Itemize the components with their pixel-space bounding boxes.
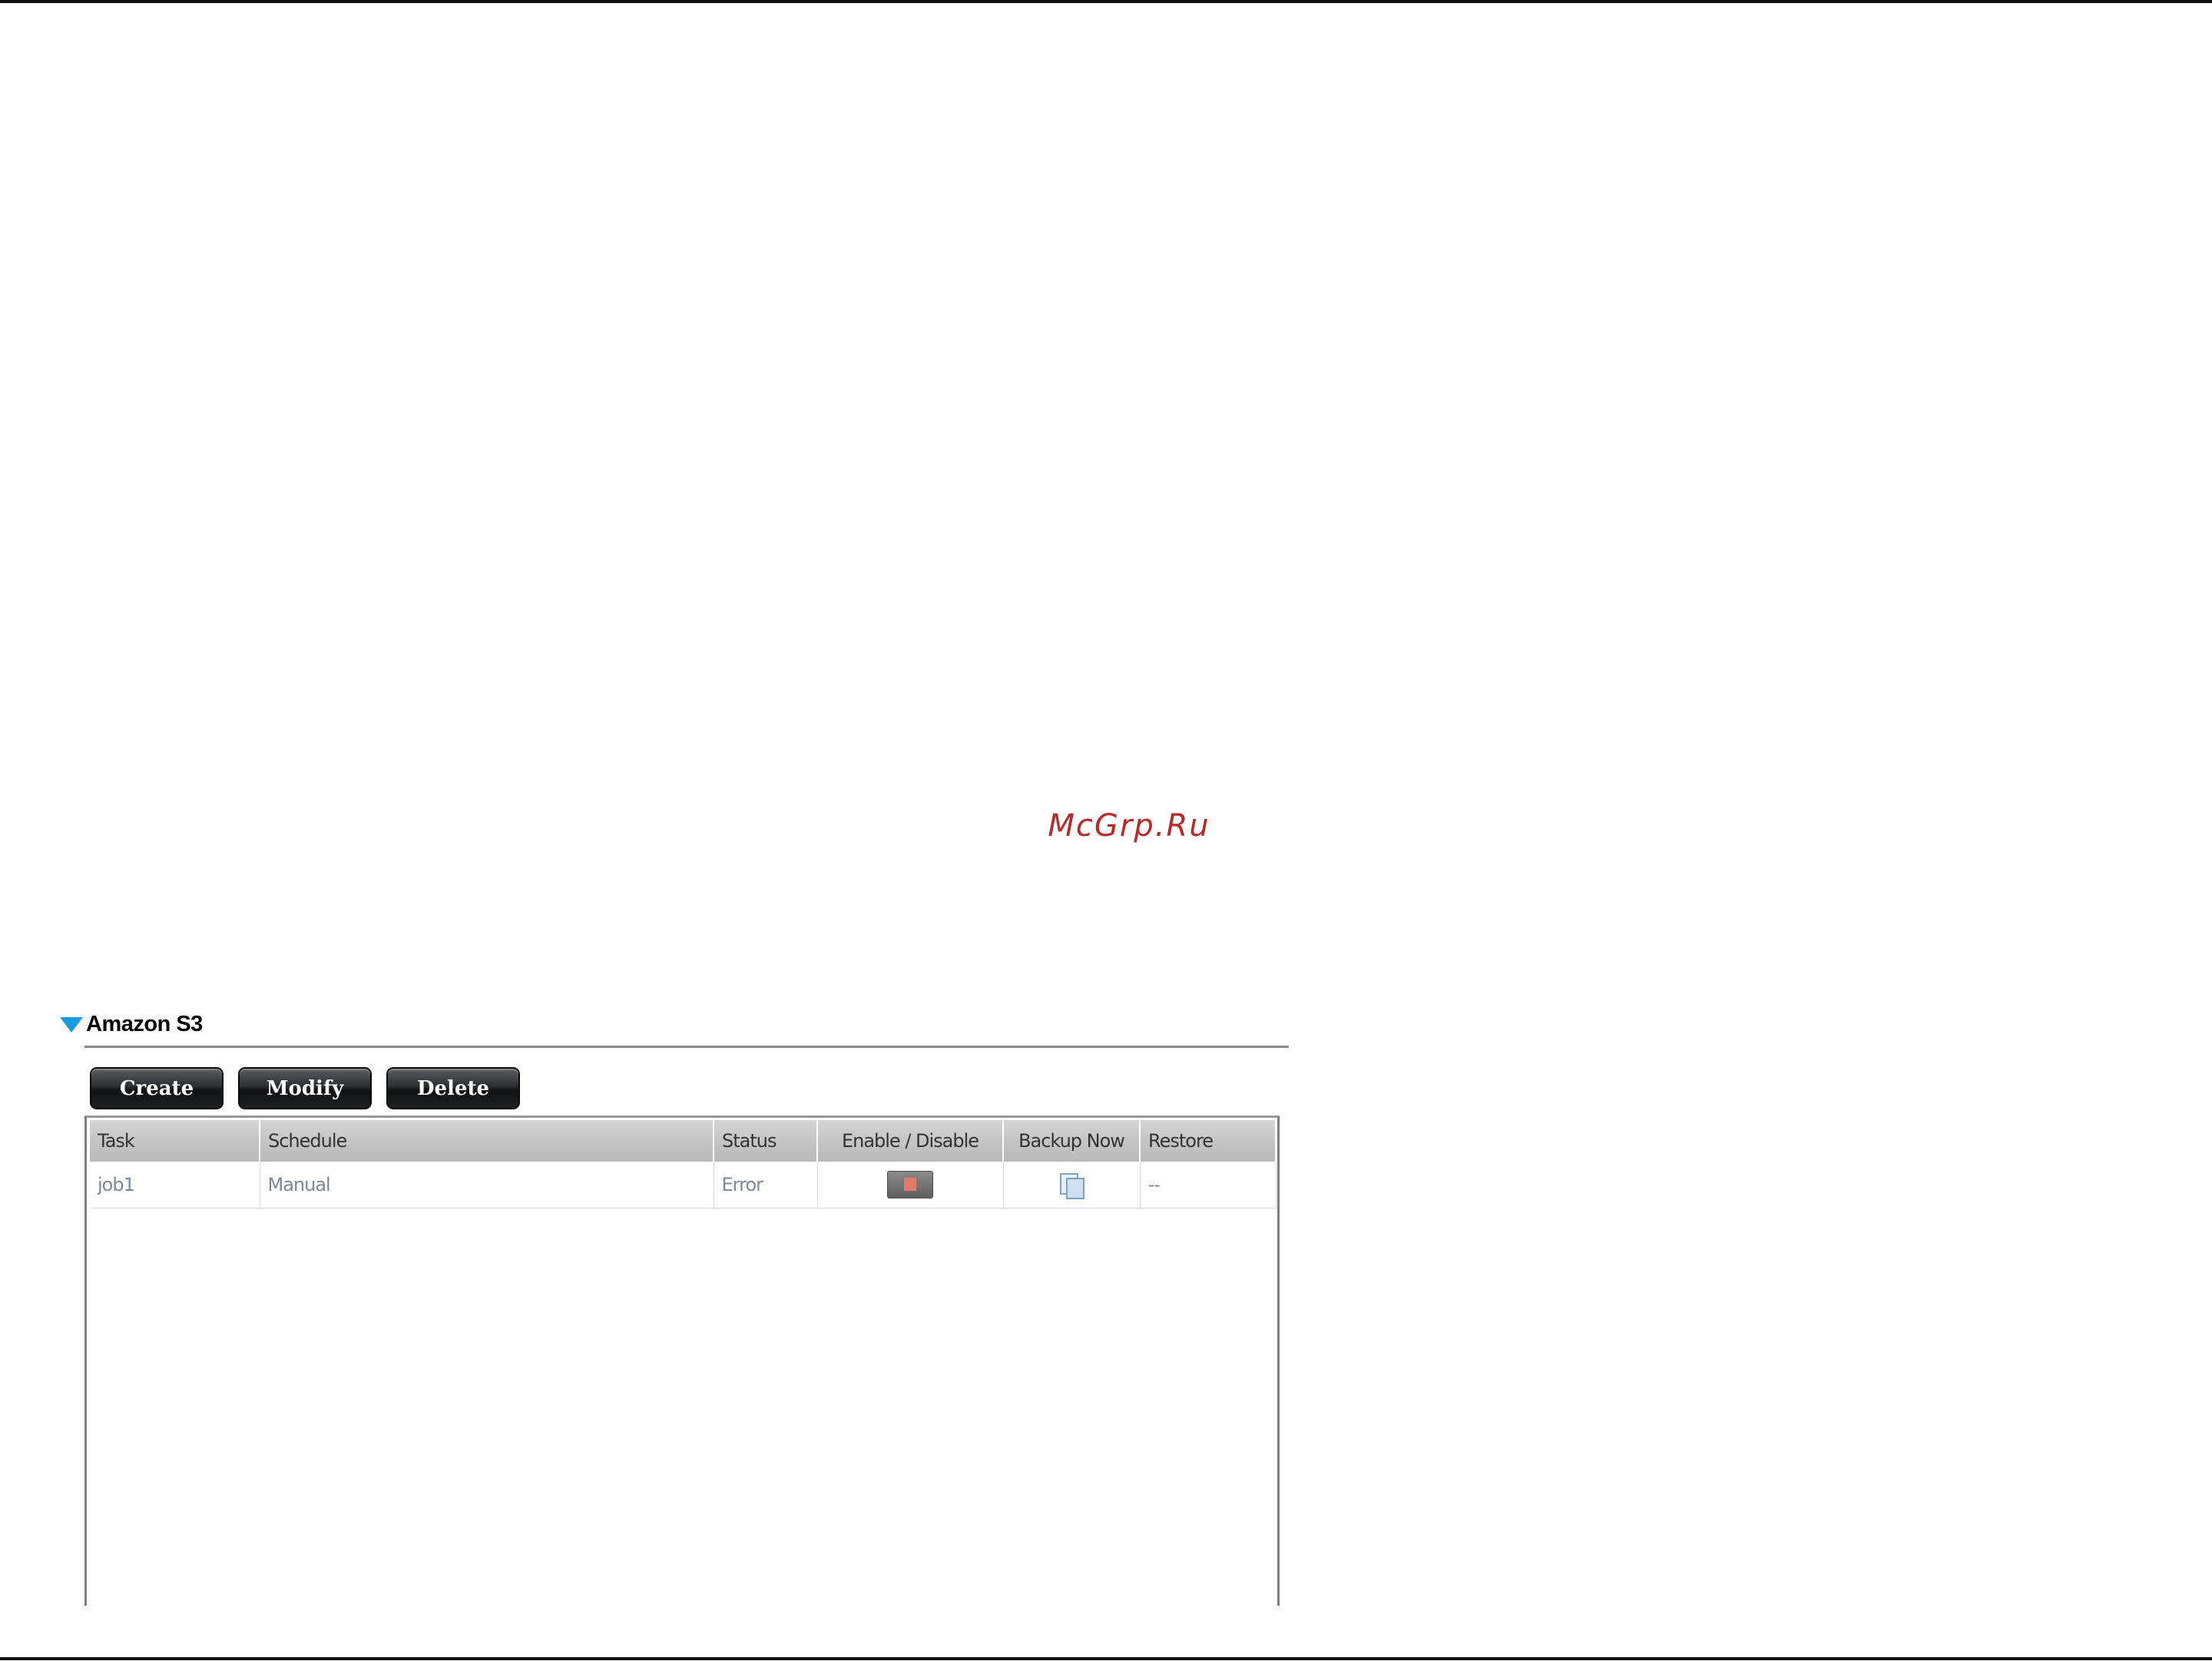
delete-button[interactable]: Delete bbox=[386, 1067, 520, 1109]
toggle-switch-icon[interactable] bbox=[887, 1171, 933, 1199]
modify-button[interactable]: Modify bbox=[238, 1067, 372, 1109]
cell-task[interactable]: job1 bbox=[90, 1162, 260, 1208]
page-bottom-rule bbox=[0, 1657, 2212, 1660]
table-row[interactable]: job1 Manual Error -- bbox=[90, 1162, 1277, 1208]
triangle-down-icon[interactable] bbox=[60, 1017, 83, 1033]
tasks-table: Task Schedule Status Enable / Disable Ba… bbox=[90, 1120, 1277, 1208]
section-divider bbox=[84, 1046, 1289, 1048]
cell-restore: -- bbox=[1140, 1162, 1277, 1208]
backup-now-icon[interactable] bbox=[1058, 1172, 1084, 1199]
section-title: Amazon S3 bbox=[86, 1011, 203, 1036]
column-header-backup-now[interactable]: Backup Now bbox=[1003, 1120, 1141, 1162]
table-header-row: Task Schedule Status Enable / Disable Ba… bbox=[90, 1120, 1277, 1162]
column-header-restore[interactable]: Restore bbox=[1140, 1120, 1277, 1162]
cell-backup-now bbox=[1003, 1162, 1141, 1208]
watermark-text: McGrp.Ru bbox=[1048, 808, 1210, 844]
cell-enable-disable bbox=[817, 1162, 1004, 1208]
column-header-task[interactable]: Task bbox=[90, 1120, 260, 1162]
column-header-enable-disable[interactable]: Enable / Disable bbox=[817, 1120, 1004, 1162]
cell-schedule[interactable]: Manual bbox=[260, 1162, 714, 1208]
cell-status[interactable]: Error bbox=[714, 1162, 818, 1208]
section-header[interactable]: Amazon S3 bbox=[60, 1005, 203, 1043]
page-top-rule bbox=[0, 0, 2212, 3]
tasks-table-frame: Task Schedule Status Enable / Disable Ba… bbox=[84, 1116, 1280, 1606]
create-button[interactable]: Create bbox=[90, 1067, 224, 1109]
column-header-schedule[interactable]: Schedule bbox=[260, 1120, 714, 1162]
column-header-status[interactable]: Status bbox=[714, 1120, 818, 1162]
